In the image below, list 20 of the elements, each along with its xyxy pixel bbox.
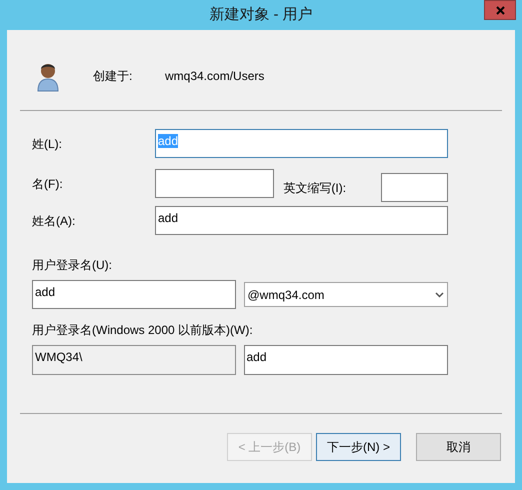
created-in-path: wmq34.com/Users (165, 68, 264, 85)
domain-dropdown[interactable]: @wmq34.com (244, 282, 448, 307)
created-in-label: 创建于: (93, 68, 134, 85)
field-label: 用户登录名(Windows 2000 以前版本)(W): (32, 322, 253, 339)
chevron-down-icon (435, 292, 444, 298)
input-field[interactable]: add (32, 280, 236, 309)
input-field[interactable] (381, 173, 448, 202)
window-title: 新建对象 - 用户 (209, 4, 313, 25)
field-label: 英文缩写(I): (283, 180, 348, 197)
field-label: 姓名(A): (32, 212, 76, 230)
input-field[interactable] (154, 169, 274, 198)
input-field[interactable]: add (244, 345, 448, 375)
field-label: 名(F): (32, 176, 64, 193)
input-field[interactable]: add (155, 206, 448, 235)
close-button[interactable] (484, 0, 516, 20)
close-icon (496, 6, 504, 14)
field-label: 姓(L): (32, 136, 63, 152)
dialog-button[interactable]: 取消 (416, 433, 501, 461)
field-label: 用户登录名(U): (32, 257, 112, 274)
dialog-button[interactable]: 下一步(N) > (316, 433, 401, 461)
